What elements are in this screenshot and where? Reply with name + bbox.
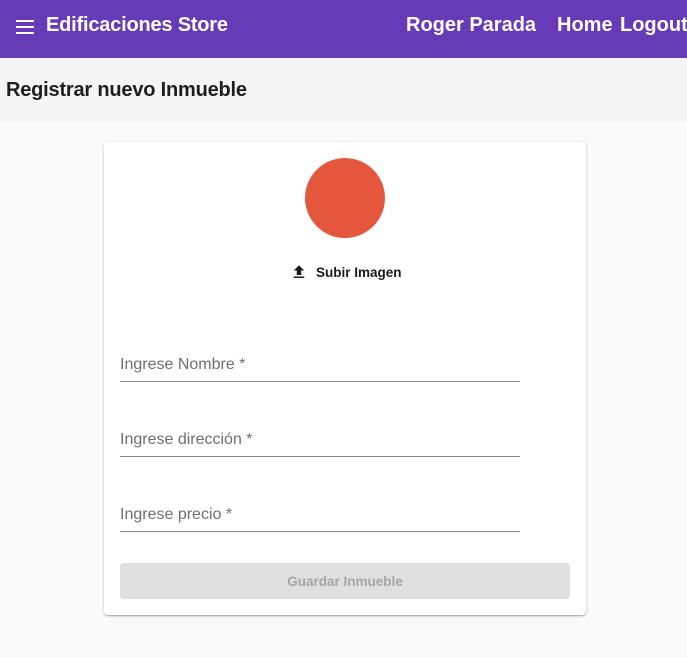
upload-icon [293, 265, 305, 278]
app-title: Edificaciones Store [46, 14, 228, 36]
name-field[interactable]: Ingrese Nombre * [120, 352, 520, 382]
name-field-label: Ingrese Nombre * [120, 356, 246, 373]
register-form-card: Subir Imagen Ingrese Nombre * Ingrese di… [104, 142, 586, 615]
nav-home-link[interactable]: Home [557, 14, 613, 37]
price-field[interactable]: Ingrese precio * [120, 502, 520, 532]
save-property-button[interactable]: Guardar Inmueble [120, 563, 570, 599]
upload-image-label: Subir Imagen [316, 264, 402, 280]
nav-logout-link[interactable]: Logout [620, 14, 687, 37]
menu-icon[interactable] [14, 19, 36, 35]
upload-image-button[interactable]: Subir Imagen [290, 260, 402, 284]
user-name: Roger Parada [406, 14, 537, 36]
page-title: Registrar nuevo Inmueble [6, 79, 247, 101]
page-header: Registrar nuevo Inmueble [0, 58, 687, 121]
address-field-label: Ingrese dirección * [120, 431, 253, 448]
price-field-label: Ingrese precio * [120, 506, 233, 523]
app-bar: Edificaciones Store Roger Parada Home Lo… [0, 0, 687, 58]
address-field[interactable]: Ingrese dirección * [120, 427, 520, 457]
image-preview-avatar [305, 158, 385, 238]
